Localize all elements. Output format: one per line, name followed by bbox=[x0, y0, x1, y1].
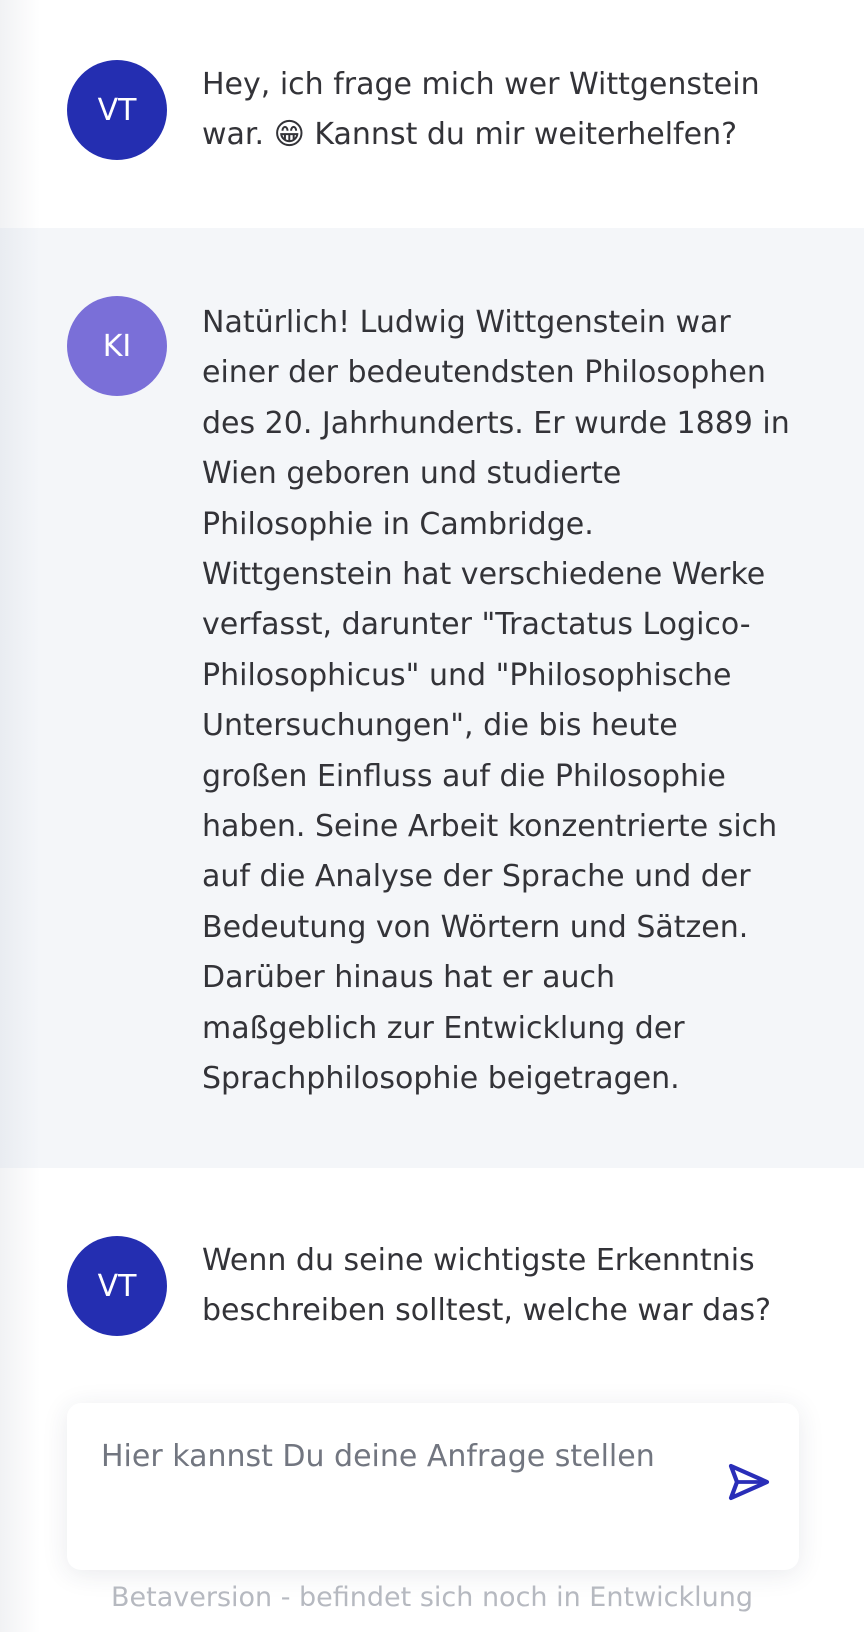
message-text: Hey, ich frage mich wer Wittgenstein war… bbox=[202, 67, 760, 153]
beta-notice: Betaversion - befindet sich noch in Entw… bbox=[110, 1582, 753, 1613]
message-user: VT Wenn du seine wichtigste Erkenntnis b… bbox=[0, 1168, 864, 1398]
avatar-initials: KI bbox=[102, 328, 132, 364]
message-text: Natürlich! Ludwig Wittgenstein war einer… bbox=[202, 305, 790, 1097]
message-assistant: KI Natürlich! Ludwig Wittgenstein war ei… bbox=[0, 228, 864, 1168]
message-text: Wenn du seine wichtigste Erkenntnis besc… bbox=[202, 1243, 772, 1329]
send-button[interactable] bbox=[721, 1455, 777, 1511]
user-avatar: VT bbox=[67, 1236, 167, 1336]
message-composer bbox=[67, 1403, 799, 1570]
user-avatar: VT bbox=[67, 60, 167, 160]
chat-page: VT Hey, ich frage mich wer Wittgenstein … bbox=[0, 0, 864, 1632]
prompt-input[interactable] bbox=[101, 1431, 661, 1481]
avatar-initials: VT bbox=[97, 1268, 137, 1304]
message-user: VT Hey, ich frage mich wer Wittgenstein … bbox=[0, 0, 864, 228]
assistant-avatar: KI bbox=[67, 296, 167, 396]
avatar-initials: VT bbox=[97, 92, 137, 128]
send-icon bbox=[727, 1462, 771, 1505]
